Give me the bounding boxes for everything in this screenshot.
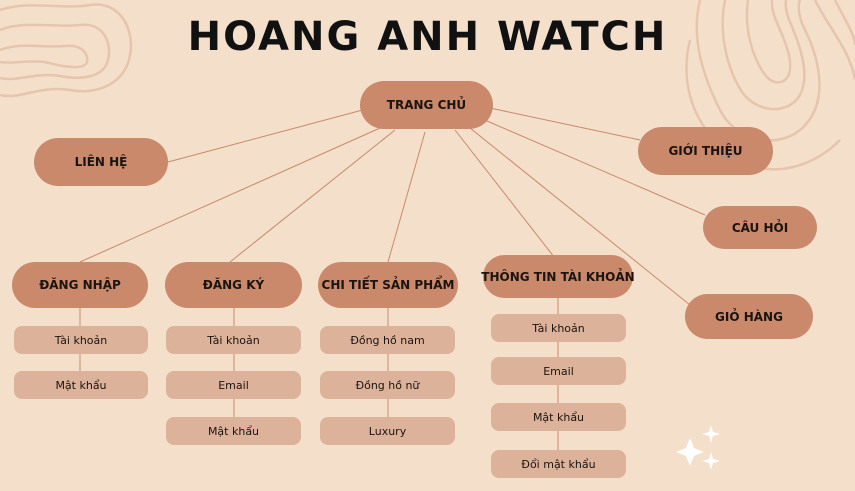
node-chi-tiet-san-pham[interactable]: CHI TIẾT SẢN PHẨM bbox=[318, 262, 458, 308]
node-trang-chu[interactable]: TRANG CHỦ bbox=[360, 81, 493, 129]
item-thong-tin-mat-khau[interactable]: Mật khẩu bbox=[491, 403, 626, 431]
page-title: HOANG ANH WATCH bbox=[187, 14, 668, 60]
node-gioi-thieu[interactable]: GIỚI THIỆU bbox=[638, 127, 773, 175]
node-dang-ky[interactable]: ĐĂNG KÝ bbox=[165, 262, 302, 308]
item-dang-nhap-mat-khau[interactable]: Mật khẩu bbox=[14, 371, 148, 399]
item-dong-ho-nu[interactable]: Đồng hồ nữ bbox=[320, 371, 455, 399]
item-thong-tin-email[interactable]: Email bbox=[491, 357, 626, 385]
item-dang-ky-mat-khau[interactable]: Mật khẩu bbox=[166, 417, 301, 445]
item-dong-ho-nam[interactable]: Đồng hồ nam bbox=[320, 326, 455, 354]
node-cau-hoi[interactable]: CÂU HỎI bbox=[703, 206, 817, 249]
item-thong-tin-tai-khoan[interactable]: Tài khoản bbox=[491, 314, 626, 342]
item-luxury[interactable]: Luxury bbox=[320, 417, 455, 445]
node-dang-nhap[interactable]: ĐĂNG NHẬP bbox=[12, 262, 148, 308]
node-gio-hang[interactable]: GIỎ HÀNG bbox=[685, 294, 813, 339]
node-lien-he[interactable]: LIÊN HỆ bbox=[34, 138, 168, 186]
sparkle-icon bbox=[676, 425, 720, 470]
sub-connectors bbox=[79, 298, 559, 465]
item-dang-ky-email[interactable]: Email bbox=[166, 371, 301, 399]
node-thong-tin-tai-khoan[interactable]: THÔNG TIN TÀI KHOẢN bbox=[481, 255, 635, 298]
item-doi-mat-khau[interactable]: Đổi mật khẩu bbox=[491, 450, 626, 478]
item-dang-ky-tai-khoan[interactable]: Tài khoản bbox=[166, 326, 301, 354]
item-dang-nhap-tai-khoan[interactable]: Tài khoản bbox=[14, 326, 148, 354]
